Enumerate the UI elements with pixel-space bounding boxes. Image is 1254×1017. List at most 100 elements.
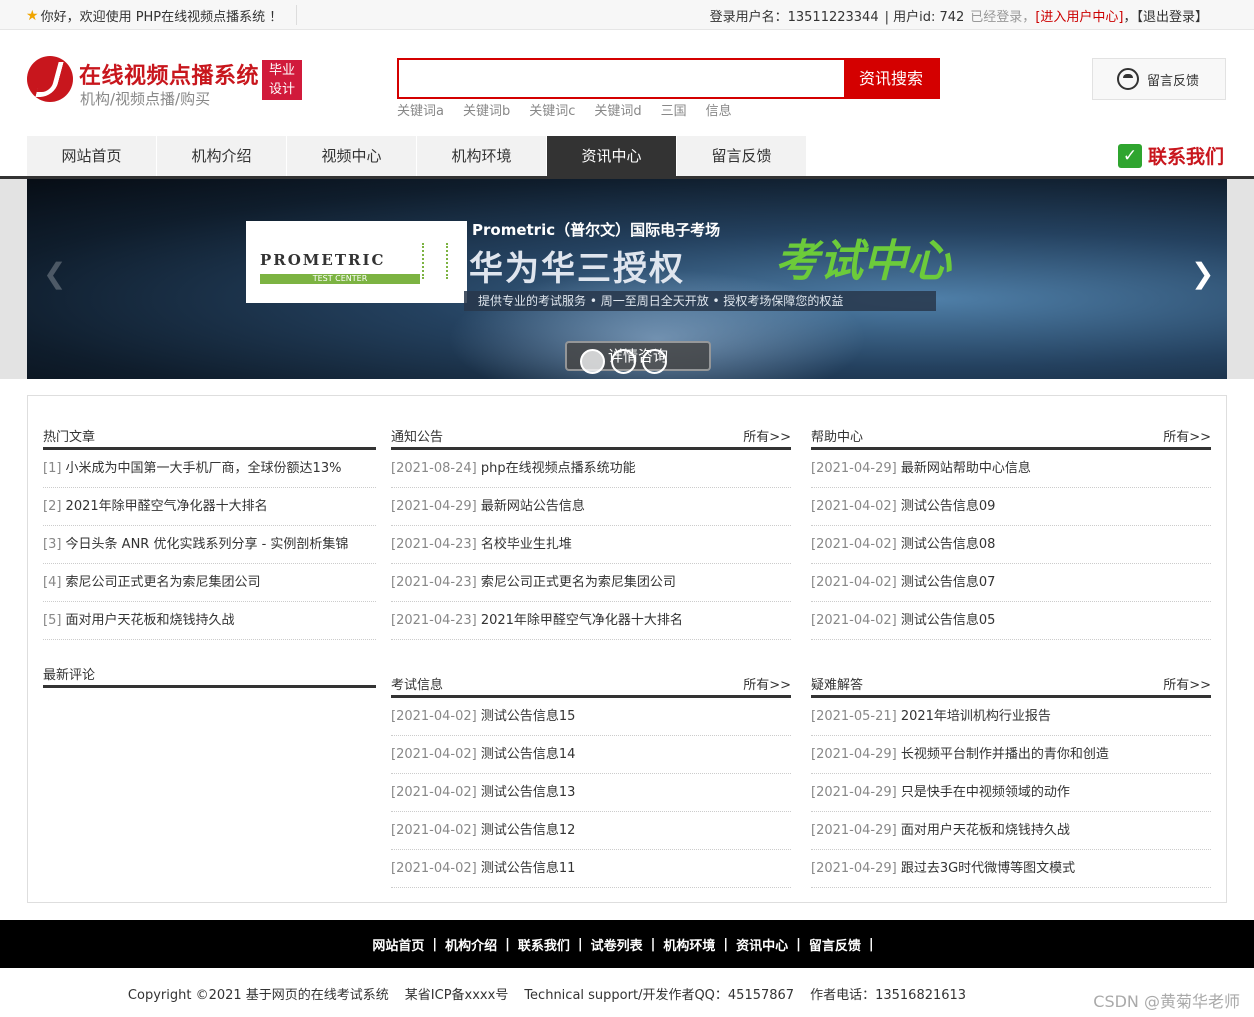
star-icon: ★: [26, 7, 39, 24]
list-item[interactable]: [3] 今日头条 ANR 优化实践系列分享 - 实例剖析集锦: [43, 526, 376, 564]
list-item[interactable]: [2021-04-02] 测试公告信息05: [811, 602, 1211, 640]
item-title[interactable]: 小米成为中国第一大手机厂商，全球份额达13%: [66, 461, 342, 476]
chevron-right-icon[interactable]: ❯: [1191, 259, 1214, 289]
list-item[interactable]: [2021-04-02] 测试公告信息12: [391, 812, 791, 850]
item-date: [2021-04-23]: [391, 613, 481, 628]
list-item[interactable]: [2021-04-29] 最新网站公告信息: [391, 488, 791, 526]
customer-service-icon: [1117, 68, 1139, 90]
more-link[interactable]: 所有>>: [743, 674, 791, 693]
list-item[interactable]: [2021-04-02] 测试公告信息11: [391, 850, 791, 888]
item-title[interactable]: 最新网站公告信息: [481, 499, 585, 514]
keyword-link[interactable]: 关键词b: [463, 100, 510, 119]
item-title[interactable]: 测试公告信息09: [901, 499, 996, 514]
list-item[interactable]: [5] 面对用户天花板和烧钱持久战: [43, 602, 376, 640]
list-item[interactable]: [2] 2021年除甲醛空气净化器十大排名: [43, 488, 376, 526]
item-title[interactable]: 测试公告信息07: [901, 575, 996, 590]
keyword-link[interactable]: 关键词a: [397, 100, 444, 119]
footer-link-news[interactable]: 资讯中心: [736, 935, 788, 954]
feedback-button[interactable]: 留言反馈: [1092, 58, 1226, 100]
nav-item-environment[interactable]: 机构环境: [417, 136, 547, 176]
list-item[interactable]: [2021-04-02] 测试公告信息08: [811, 526, 1211, 564]
icp-text: 某省ICP备xxxx号: [404, 988, 509, 1003]
footer-link-environment[interactable]: 机构环境: [663, 935, 715, 954]
list-item[interactable]: [2021-04-29] 只是快手在中视频领域的动作: [811, 774, 1211, 812]
item-date: [2021-04-23]: [391, 537, 481, 552]
item-title[interactable]: 长视频平台制作并播出的青你和创造: [901, 747, 1109, 762]
slide-dots: [580, 349, 667, 374]
list-item[interactable]: [1] 小米成为中国第一大手机厂商，全球份额达13%: [43, 450, 376, 488]
item-title[interactable]: 测试公告信息08: [901, 537, 996, 552]
user-center-link[interactable]: [进入用户中心]: [1035, 10, 1123, 25]
notice-panel: 通知公告 所有>> [2021-08-24] php在线视频点播系统功能 [20…: [391, 414, 791, 640]
banner-description: 提供专业的考试服务 • 周一至周日全天开放 • 授权考场保障您的权益: [464, 291, 936, 311]
list-item[interactable]: [2021-04-23] 索尼公司正式更名为索尼集团公司: [391, 564, 791, 602]
slide-dot[interactable]: [611, 349, 636, 374]
list-item[interactable]: [2021-04-29] 面对用户天花板和烧钱持久战: [811, 812, 1211, 850]
list-item[interactable]: [2021-04-02] 测试公告信息15: [391, 698, 791, 736]
panel-title: 疑难解答: [811, 678, 864, 693]
chevron-left-icon[interactable]: ❮: [43, 259, 66, 289]
keyword-link[interactable]: 三国: [661, 100, 687, 119]
footer-link-home[interactable]: 网站首页: [372, 935, 424, 954]
keyword-link[interactable]: 信息: [706, 100, 732, 119]
more-link[interactable]: 所有>>: [743, 426, 791, 445]
panel-header: 热门文章: [43, 414, 376, 450]
item-title[interactable]: 测试公告信息05: [901, 613, 996, 628]
item-title[interactable]: 面对用户天花板和烧钱持久战: [901, 823, 1070, 838]
slide-dot[interactable]: [580, 349, 605, 374]
item-title[interactable]: 测试公告信息11: [481, 861, 576, 876]
more-link[interactable]: 所有>>: [1163, 674, 1211, 693]
footer-link-papers[interactable]: 试卷列表: [591, 935, 643, 954]
banner-slider[interactable]: PROMETRIC TEST CENTER Prometric（普尔文）国际电子…: [27, 179, 1227, 379]
list-item[interactable]: [2021-04-29] 长视频平台制作并播出的青你和创造: [811, 736, 1211, 774]
item-title[interactable]: 测试公告信息14: [481, 747, 576, 762]
footer-link-contact[interactable]: 联系我们: [518, 935, 570, 954]
item-title[interactable]: 只是快手在中视频领域的动作: [901, 785, 1070, 800]
footer-link-about[interactable]: 机构介绍: [445, 935, 497, 954]
list-item[interactable]: [2021-04-23] 名校毕业生扎堆: [391, 526, 791, 564]
item-title[interactable]: 跟过去3G时代微博等图文模式: [901, 861, 1075, 876]
nav-item-video[interactable]: 视频中心: [287, 136, 417, 176]
keyword-link[interactable]: 关键词c: [529, 100, 575, 119]
list-item[interactable]: [4] 索尼公司正式更名为索尼集团公司: [43, 564, 376, 602]
more-link[interactable]: 所有>>: [1163, 426, 1211, 445]
item-title[interactable]: 测试公告信息12: [481, 823, 576, 838]
item-title[interactable]: 面对用户天花板和烧钱持久战: [66, 613, 235, 628]
nav-item-feedback[interactable]: 留言反馈: [677, 136, 807, 176]
keyword-link[interactable]: 关键词d: [594, 100, 641, 119]
footer-link-feedback[interactable]: 留言反馈: [809, 935, 861, 954]
item-title[interactable]: 2021年除甲醛空气净化器十大排名: [66, 499, 268, 514]
item-title[interactable]: 2021年培训机构行业报告: [901, 709, 1051, 724]
item-title[interactable]: 今日头条 ANR 优化实践系列分享 - 实例剖析集锦: [66, 537, 349, 552]
item-title[interactable]: 索尼公司正式更名为索尼集团公司: [481, 575, 676, 590]
slide-dot[interactable]: [642, 349, 667, 374]
list-item[interactable]: [2021-04-29] 跟过去3G时代微博等图文模式: [811, 850, 1211, 888]
item-title[interactable]: 测试公告信息13: [481, 785, 576, 800]
site-title[interactable]: 在线视频点播系统: [79, 58, 259, 90]
list-item[interactable]: [2021-04-29] 最新网站帮助中心信息: [811, 450, 1211, 488]
item-date: [2021-04-02]: [811, 499, 901, 514]
item-title[interactable]: 最新网站帮助中心信息: [901, 461, 1031, 476]
main-nav: 网站首页 机构介绍 视频中心 机构环境 资讯中心 留言反馈: [27, 136, 807, 176]
search-button[interactable]: 资讯搜索: [844, 60, 938, 97]
list-item[interactable]: [2021-04-23] 2021年除甲醛空气净化器十大排名: [391, 602, 791, 640]
item-title[interactable]: 索尼公司正式更名为索尼集团公司: [66, 575, 261, 590]
list-item[interactable]: [2021-04-02] 测试公告信息07: [811, 564, 1211, 602]
nav-item-about[interactable]: 机构介绍: [157, 136, 287, 176]
list-item[interactable]: [2021-04-02] 测试公告信息13: [391, 774, 791, 812]
logout-link[interactable]: 【退出登录】: [1136, 10, 1208, 25]
list-item[interactable]: [2021-05-21] 2021年培训机构行业报告: [811, 698, 1211, 736]
search-input[interactable]: [399, 60, 846, 97]
nav-item-news[interactable]: 资讯中心: [547, 136, 677, 176]
list-item[interactable]: [2021-04-02] 测试公告信息14: [391, 736, 791, 774]
list-item[interactable]: [2021-08-24] php在线视频点播系统功能: [391, 450, 791, 488]
latest-comments-panel: 最新评论: [43, 652, 376, 688]
item-title[interactable]: 测试公告信息15: [481, 709, 576, 724]
logo-icon[interactable]: [27, 56, 73, 102]
item-title[interactable]: php在线视频点播系统功能: [481, 461, 636, 476]
nav-item-home[interactable]: 网站首页: [27, 136, 157, 176]
list-item[interactable]: [2021-04-02] 测试公告信息09: [811, 488, 1211, 526]
item-title[interactable]: 名校毕业生扎堆: [481, 537, 572, 552]
contact-us-link[interactable]: ✓ 联系我们: [1118, 142, 1224, 169]
item-title[interactable]: 2021年除甲醛空气净化器十大排名: [481, 613, 683, 628]
